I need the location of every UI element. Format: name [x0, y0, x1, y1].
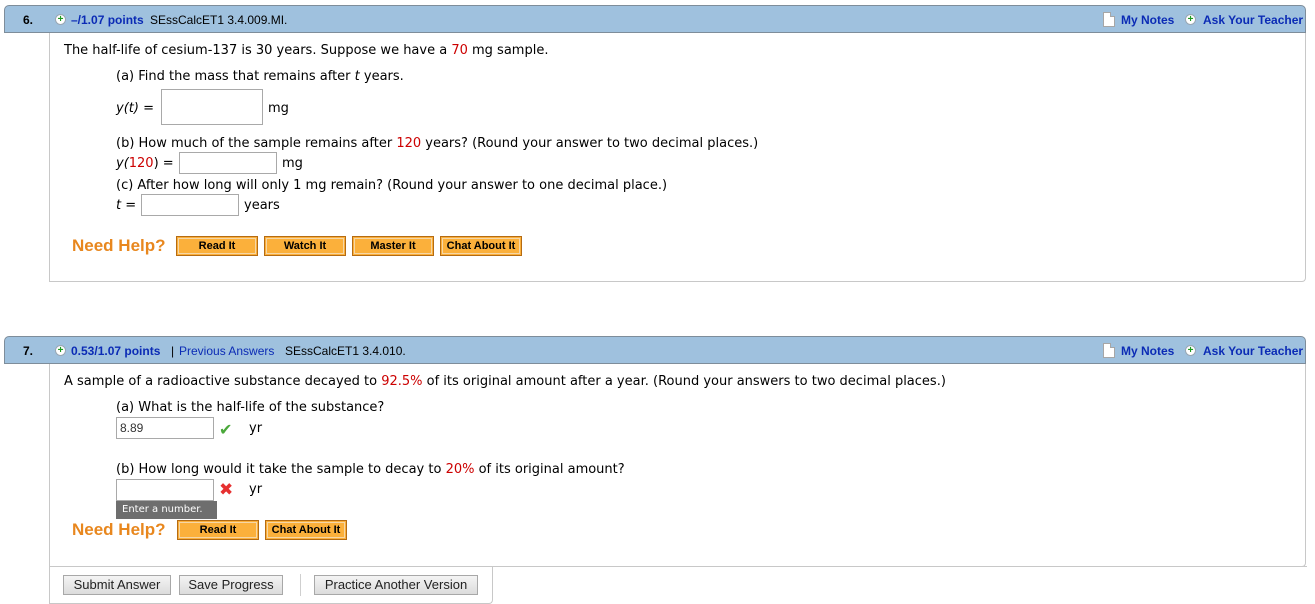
expand-plus-icon[interactable]: + [55, 345, 66, 356]
points-label[interactable]: 0.53/1.07 points [71, 344, 160, 358]
points-label[interactable]: –/1.07 points [71, 13, 144, 27]
notes-page-icon[interactable] [1103, 12, 1115, 27]
part-b-text-end: years? (Round your answer to two decimal… [421, 136, 759, 151]
question-7-header: 7. + 0.53/1.07 points | Previous Answers… [4, 336, 1306, 364]
q7-part-a-prompt: (a) What is the half-life of the substan… [116, 400, 385, 415]
expand-plus-icon[interactable]: + [55, 14, 66, 25]
q7-part-b-prompt: (b) How long would it take the sample to… [116, 462, 625, 477]
q7-part-b-answer-input[interactable] [116, 479, 214, 501]
part-c-label: t = [116, 198, 137, 213]
part-b-label-fn: y( [116, 156, 129, 171]
question-6-header: 6. + –/1.07 points SEssCalcET1 3.4.009.M… [4, 5, 1306, 33]
part-a-text: (a) Find the mass that remains after [116, 69, 355, 84]
previous-answers-link[interactable]: Previous Answers [179, 344, 274, 358]
q7-target-percent-value: 20% [445, 462, 475, 477]
part-c-answer-input[interactable] [141, 194, 239, 216]
part-a-prompt: (a) Find the mass that remains after t y… [116, 69, 404, 84]
submit-answer-button[interactable]: Submit Answer [63, 575, 171, 595]
part-b-prompt: (b) How much of the sample remains after… [116, 136, 758, 151]
part-b-answer-input[interactable] [179, 152, 277, 174]
part-a-unit: mg [268, 101, 289, 116]
ask-teacher-plus-icon[interactable]: + [1185, 345, 1196, 356]
ask-teacher-plus-icon[interactable]: + [1185, 14, 1196, 25]
part-a-answer-input[interactable] [161, 89, 263, 125]
part-b-text: (b) How much of the sample remains after [116, 136, 397, 151]
intro-text: A sample of a radioactive substance deca… [64, 374, 382, 389]
notes-page-icon[interactable] [1103, 343, 1115, 358]
my-notes-link[interactable]: My Notes [1121, 13, 1174, 27]
part-a-label: y(t) = [116, 101, 154, 116]
q7-part-a-unit: yr [249, 421, 263, 436]
sample-mass-value: 70 [451, 43, 468, 58]
need-help-label: Need Help? [72, 236, 166, 255]
ask-teacher-link[interactable]: Ask Your Teacher [1203, 13, 1303, 27]
intro-text-end: mg sample. [467, 43, 549, 58]
chat-about-it-button[interactable]: Chat About It [440, 236, 522, 256]
q7-part-b-text-end: of its original amount? [474, 462, 625, 477]
part-b-years-value: 120 [396, 136, 422, 151]
part-a-text-end: years. [359, 69, 404, 84]
header-separator: | [171, 344, 175, 358]
practice-another-version-button[interactable]: Practice Another Version [314, 575, 478, 595]
q7-part-b-unit: yr [249, 482, 263, 497]
action-bar-top-line [492, 566, 1307, 567]
question-id: SEssCalcET1 3.4.009.MI. [150, 13, 288, 27]
validation-tooltip: Enter a number. [116, 501, 217, 519]
q7-part-a-answer-input[interactable] [116, 417, 214, 439]
part-b-label: y(120) = [116, 156, 174, 171]
incorrect-x-icon: ✖ [219, 480, 234, 500]
part-c-unit: years [244, 198, 280, 213]
save-progress-button[interactable]: Save Progress [179, 575, 283, 595]
question-number: 7. [23, 344, 34, 358]
intro-text-end: of its original amount after a year. (Ro… [422, 374, 946, 389]
question-7-intro: A sample of a radioactive substance deca… [64, 374, 946, 389]
action-divider [300, 574, 301, 596]
question-6-intro: The half-life of cesium-137 is 30 years.… [64, 43, 548, 58]
watch-it-button[interactable]: Watch It [264, 236, 346, 256]
ask-teacher-link[interactable]: Ask Your Teacher [1203, 344, 1303, 358]
part-b-unit: mg [282, 156, 303, 171]
need-help-label: Need Help? [72, 520, 166, 539]
correct-check-icon: ✔ [219, 420, 233, 439]
chat-about-it-button[interactable]: Chat About It [265, 520, 347, 540]
decay-percent-value: 92.5% [381, 374, 423, 389]
part-c-prompt: (c) After how long will only 1 mg remain… [116, 178, 668, 193]
question-number: 6. [23, 13, 34, 27]
part-b-label-arg: 120 [128, 156, 154, 171]
master-it-button[interactable]: Master It [352, 236, 434, 256]
q7-part-b-text: (b) How long would it take the sample to… [116, 462, 446, 477]
read-it-button[interactable]: Read It [177, 520, 259, 540]
part-b-label-end: ) = [153, 156, 174, 171]
my-notes-link[interactable]: My Notes [1121, 344, 1174, 358]
read-it-button[interactable]: Read It [176, 236, 258, 256]
question-id: SEssCalcET1 3.4.010. [285, 344, 406, 358]
intro-text: The half-life of cesium-137 is 30 years.… [64, 43, 452, 58]
